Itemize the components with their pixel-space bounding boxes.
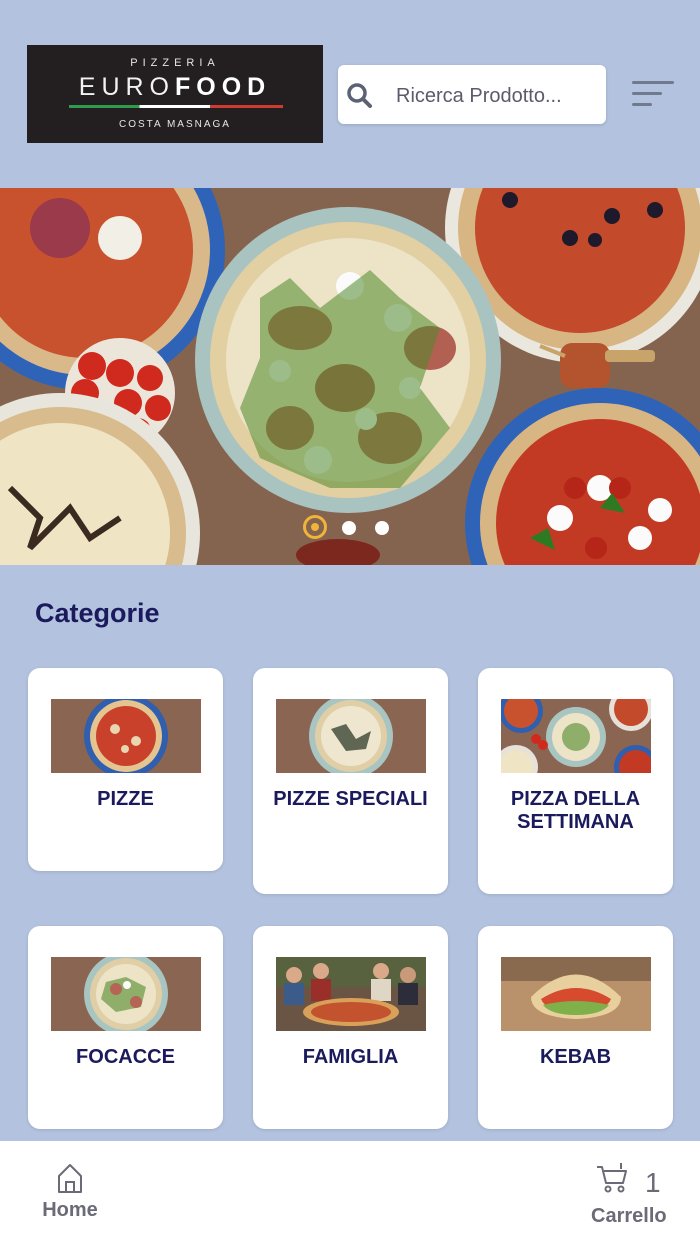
header: PIZZERIA EUROFOOD COSTA MASNAGA [0, 0, 700, 188]
hamburger-menu-icon[interactable] [632, 79, 674, 109]
category-image [276, 957, 426, 1031]
category-card-famiglia[interactable]: FAMIGLIA [253, 926, 448, 1129]
logo-italian-flag-stripe [69, 105, 283, 108]
category-label: PIZZE SPECIALI [273, 788, 428, 810]
category-label: PIZZE [97, 788, 154, 810]
search-box[interactable] [338, 65, 606, 124]
section-title-categories: Categorie [35, 598, 160, 628]
category-card-pizze[interactable]: PIZZE [28, 668, 223, 871]
search-input[interactable] [394, 79, 598, 113]
nav-home-button[interactable]: Home [30, 1161, 110, 1231]
carousel-slide-image [0, 188, 700, 565]
carousel-dot-active[interactable] [303, 515, 327, 539]
logo-tagline: PIZZERIA [130, 57, 220, 69]
brand-logo[interactable]: PIZZERIA EUROFOOD COSTA MASNAGA [27, 45, 323, 143]
search-icon[interactable] [344, 81, 374, 111]
category-card-kebab[interactable]: KEBAB [478, 926, 673, 1129]
carousel-dot[interactable] [342, 521, 356, 535]
category-image [276, 699, 426, 773]
nav-home-label: Home [42, 1199, 98, 1221]
cart-icon [597, 1163, 627, 1193]
logo-brand: EUROFOOD [78, 73, 272, 101]
category-label: KEBAB [539, 1046, 612, 1068]
category-label: FAMIGLIA [302, 1046, 399, 1068]
cart-count-badge: 1 [645, 1167, 661, 1198]
category-label: PIZZA DELLA SETTIMANA [510, 788, 641, 833]
nav-cart-label: Carrello [591, 1205, 667, 1227]
category-card-focacce[interactable]: FOCACCE [28, 926, 223, 1129]
carousel-dot[interactable] [375, 521, 389, 535]
home-icon [58, 1164, 82, 1193]
category-image [501, 699, 651, 773]
category-card-pizza-della-settimana[interactable]: PIZZA DELLA SETTIMANA [478, 668, 673, 894]
bottom-navigation: Home 1 Carrello [0, 1141, 700, 1244]
category-card-pizze-speciali[interactable]: PIZZE SPECIALI [253, 668, 448, 894]
category-label: FOCACCE [76, 1046, 175, 1068]
category-image [501, 957, 651, 1031]
category-image [51, 699, 201, 773]
category-image [51, 957, 201, 1031]
hero-carousel[interactable] [0, 188, 700, 565]
nav-cart-button[interactable]: 1 Carrello [585, 1161, 675, 1231]
logo-location: COSTA MASNAGA [119, 119, 231, 130]
